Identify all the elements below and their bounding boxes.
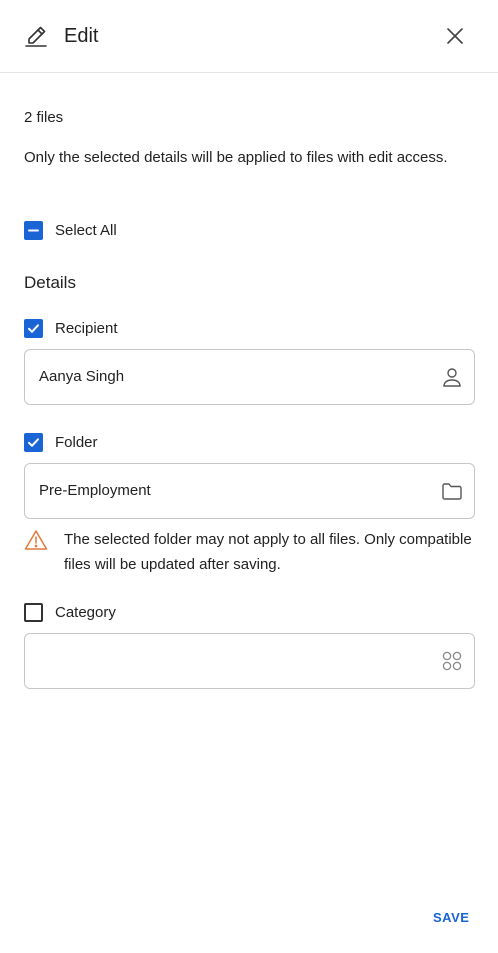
folder-icon[interactable]	[440, 479, 464, 503]
recipient-field[interactable]: Aanya Singh	[24, 349, 475, 405]
file-count: 2 files	[24, 109, 64, 126]
recipient-value: Aanya Singh	[39, 368, 125, 385]
folder-row[interactable]: Folder	[24, 432, 98, 452]
select-all-checkbox[interactable]	[24, 220, 43, 240]
save-button[interactable]: SAVE	[433, 910, 469, 925]
edit-description: Only the selected details will be applie…	[24, 149, 448, 166]
folder-checkbox[interactable]	[24, 432, 43, 452]
folder-field[interactable]: Pre-Employment	[24, 463, 475, 519]
warning-text: The selected folder may not apply to all…	[64, 531, 472, 573]
warning-icon	[24, 529, 48, 551]
grid-icon[interactable]	[440, 649, 464, 673]
person-icon[interactable]	[440, 365, 464, 389]
recipient-checkbox[interactable]	[24, 318, 43, 338]
recipient-label: Recipient	[55, 319, 118, 337]
select-all-label: Select All	[55, 221, 117, 239]
panel-header: Edit	[0, 0, 498, 73]
folder-value: Pre-Employment	[39, 482, 151, 499]
select-all-row[interactable]: Select All	[24, 220, 117, 240]
close-icon[interactable]	[442, 23, 468, 49]
category-row[interactable]: Category	[24, 602, 116, 622]
page-title: Edit	[64, 25, 99, 47]
pencil-icon	[24, 24, 48, 48]
details-heading: Details	[24, 273, 76, 292]
category-label: Category	[55, 603, 116, 621]
recipient-row[interactable]: Recipient	[24, 318, 118, 338]
folder-label: Folder	[55, 433, 98, 451]
category-checkbox[interactable]	[24, 602, 43, 622]
category-field[interactable]	[24, 633, 475, 689]
